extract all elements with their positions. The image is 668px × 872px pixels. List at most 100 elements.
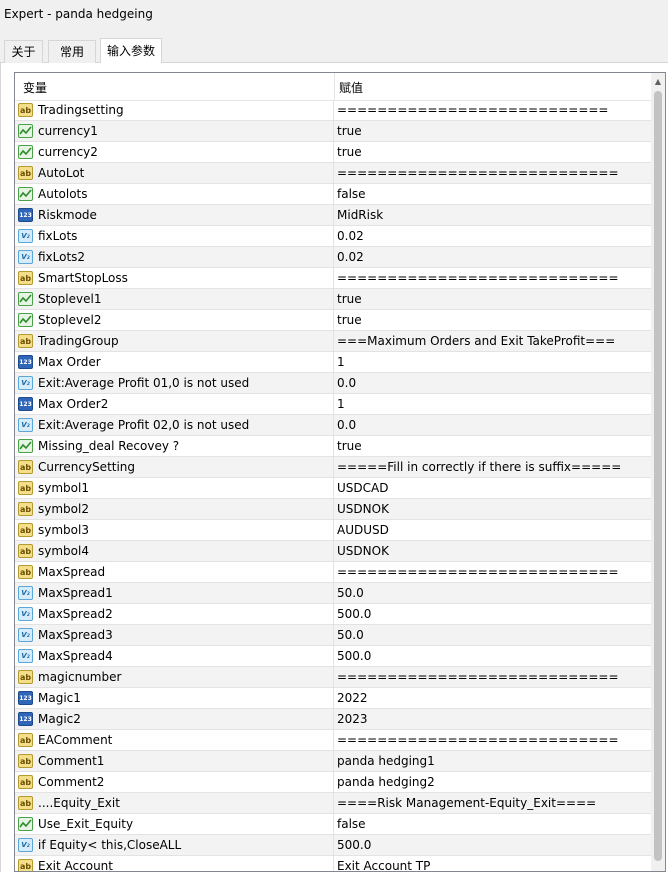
table-row[interactable]: ab symbol4 USDNOK — [15, 541, 651, 562]
parameter-value[interactable]: ============================ — [337, 667, 619, 687]
cell-separator — [333, 121, 334, 141]
table-row[interactable]: Stoplevel1 true — [15, 289, 651, 310]
parameter-value[interactable]: panda hedging1 — [337, 751, 435, 771]
parameter-value[interactable]: =====Fill in correctly if there is suffi… — [337, 457, 621, 477]
table-row[interactable]: V₂ fixLots2 0.02 — [15, 247, 651, 268]
double-type-icon: V₂ — [18, 229, 33, 243]
table-row[interactable]: 123 Riskmode MidRisk — [15, 205, 651, 226]
tab-inputs[interactable]: 输入参数 — [100, 38, 162, 64]
table-row[interactable]: Autolots false — [15, 184, 651, 205]
parameter-value[interactable]: =========================== — [337, 100, 608, 120]
parameter-value[interactable]: 500.0 — [337, 604, 371, 624]
parameter-value[interactable]: 0.0 — [337, 373, 356, 393]
parameter-value[interactable]: ====Risk Management-Equity_Exit==== — [337, 793, 596, 813]
table-row[interactable]: Use_Exit_Equity false — [15, 814, 651, 835]
table-row[interactable]: ab TradingGroup ===Maximum Orders and Exit… — [15, 331, 651, 352]
table-row[interactable]: ab EAComment ============================ — [15, 730, 651, 751]
parameter-name: fixLots2 — [38, 250, 86, 264]
table-row[interactable]: ab Comment2 panda hedging2 — [15, 772, 651, 793]
parameter-value[interactable]: AUDUSD — [337, 520, 389, 540]
table-row[interactable]: ab Comment1 panda hedging1 — [15, 751, 651, 772]
parameter-value[interactable]: false — [337, 184, 366, 204]
table-row[interactable]: V₂ fixLots 0.02 — [15, 226, 651, 247]
vertical-scrollbar[interactable]: ▲ — [651, 73, 665, 871]
table-row[interactable]: ab Exit Account Exit Account TP — [15, 856, 651, 872]
table-row[interactable]: ab MaxSpread ============================ — [15, 562, 651, 583]
parameter-value[interactable]: MidRisk — [337, 205, 383, 225]
table-row[interactable]: ab magicnumber ===========================… — [15, 667, 651, 688]
table-row[interactable]: ab symbol1 USDCAD — [15, 478, 651, 499]
cell-separator — [333, 205, 334, 225]
table-row[interactable]: currency2 true — [15, 142, 651, 163]
parameter-value[interactable]: 0.0 — [337, 415, 356, 435]
column-header-value[interactable]: 赋值 — [339, 79, 363, 96]
parameter-value[interactable]: 50.0 — [337, 625, 364, 645]
parameter-value[interactable]: 2022 — [337, 688, 368, 708]
table-row[interactable]: V₂ MaxSpread1 50.0 — [15, 583, 651, 604]
table-row[interactable]: ab Tradingsetting ========================… — [15, 100, 651, 121]
cell-separator — [333, 835, 334, 855]
parameter-value[interactable]: true — [337, 310, 362, 330]
parameter-name: Exit Account — [38, 859, 113, 872]
parameter-value[interactable]: 2023 — [337, 709, 368, 729]
parameter-value[interactable]: true — [337, 289, 362, 309]
parameter-value[interactable]: ===Maximum Orders and Exit TakeProfit=== — [337, 331, 615, 351]
table-row[interactable]: V₂ Exit:Average Profit 02,0 is not used 0.… — [15, 415, 651, 436]
cell-separator — [333, 499, 334, 519]
parameter-value[interactable]: USDNOK — [337, 541, 389, 561]
table-row[interactable]: ab ....Equity_Exit ====Risk Management-Equ… — [15, 793, 651, 814]
table-row[interactable]: ab symbol2 USDNOK — [15, 499, 651, 520]
column-separator[interactable] — [334, 73, 335, 100]
scrollbar-thumb[interactable] — [654, 91, 662, 861]
table-row[interactable]: 123 Magic2 2023 — [15, 709, 651, 730]
parameter-name: Missing_deal Recovey ? — [38, 439, 180, 453]
parameter-name: MaxSpread4 — [38, 649, 113, 663]
parameter-value[interactable]: 1 — [337, 394, 345, 414]
parameter-value[interactable]: USDCAD — [337, 478, 388, 498]
table-row[interactable]: 123 Max Order2 1 — [15, 394, 651, 415]
table-row[interactable]: V₂ MaxSpread3 50.0 — [15, 625, 651, 646]
parameter-value[interactable]: USDNOK — [337, 499, 389, 519]
parameter-name: symbol1 — [38, 481, 89, 495]
table-row[interactable]: 123 Magic1 2022 — [15, 688, 651, 709]
parameter-value[interactable]: false — [337, 814, 366, 834]
table-row[interactable]: Missing_deal Recovey ? true — [15, 436, 651, 457]
cell-separator — [333, 415, 334, 435]
table-row[interactable]: ab CurrencySetting =====Fill in correctly … — [15, 457, 651, 478]
table-row[interactable]: ab AutoLot ============================ — [15, 163, 651, 184]
double-type-icon: V₂ — [18, 649, 33, 663]
table-row[interactable]: 123 Max Order 1 — [15, 352, 651, 373]
parameter-value[interactable]: true — [337, 121, 362, 141]
parameter-value[interactable]: Exit Account TP — [337, 856, 430, 871]
window-title: Expert - panda hedgeing — [0, 0, 668, 30]
parameter-value[interactable]: true — [337, 436, 362, 456]
parameter-value[interactable]: 500.0 — [337, 646, 371, 666]
tab-about[interactable]: 关于 — [4, 40, 43, 63]
table-row[interactable]: Stoplevel2 true — [15, 310, 651, 331]
scroll-up-arrow-icon[interactable]: ▲ — [651, 73, 665, 90]
parameter-value[interactable]: 1 — [337, 352, 345, 372]
parameter-value[interactable]: true — [337, 142, 362, 162]
bool-type-icon — [18, 187, 33, 201]
parameter-name: magicnumber — [38, 670, 122, 684]
double-type-icon: V₂ — [18, 250, 33, 264]
table-row[interactable]: V₂ MaxSpread2 500.0 — [15, 604, 651, 625]
table-row[interactable]: V₂ Exit:Average Profit 01,0 is not used 0.… — [15, 373, 651, 394]
column-header-variable[interactable]: 变量 — [23, 79, 47, 96]
parameter-value[interactable]: 50.0 — [337, 583, 364, 603]
parameter-value[interactable]: panda hedging2 — [337, 772, 435, 792]
table-row[interactable]: ab symbol3 AUDUSD — [15, 520, 651, 541]
table-row[interactable]: V₂ if Equity< this,CloseALL 500.0 — [15, 835, 651, 856]
parameter-value[interactable]: ============================ — [337, 163, 619, 183]
parameter-value[interactable]: ============================ — [337, 562, 619, 582]
table-row[interactable]: V₂ MaxSpread4 500.0 — [15, 646, 651, 667]
parameter-value[interactable]: 500.0 — [337, 835, 371, 855]
table-row[interactable]: currency1 true — [15, 121, 651, 142]
table-row[interactable]: ab SmartStopLoss =========================… — [15, 268, 651, 289]
parameter-value[interactable]: ============================ — [337, 730, 619, 750]
tab-common[interactable]: 常用 — [48, 40, 96, 63]
parameter-value[interactable]: 0.02 — [337, 247, 364, 267]
parameter-value[interactable]: 0.02 — [337, 226, 364, 246]
parameter-value[interactable]: ============================ — [337, 268, 619, 288]
double-type-icon: V₂ — [18, 607, 33, 621]
